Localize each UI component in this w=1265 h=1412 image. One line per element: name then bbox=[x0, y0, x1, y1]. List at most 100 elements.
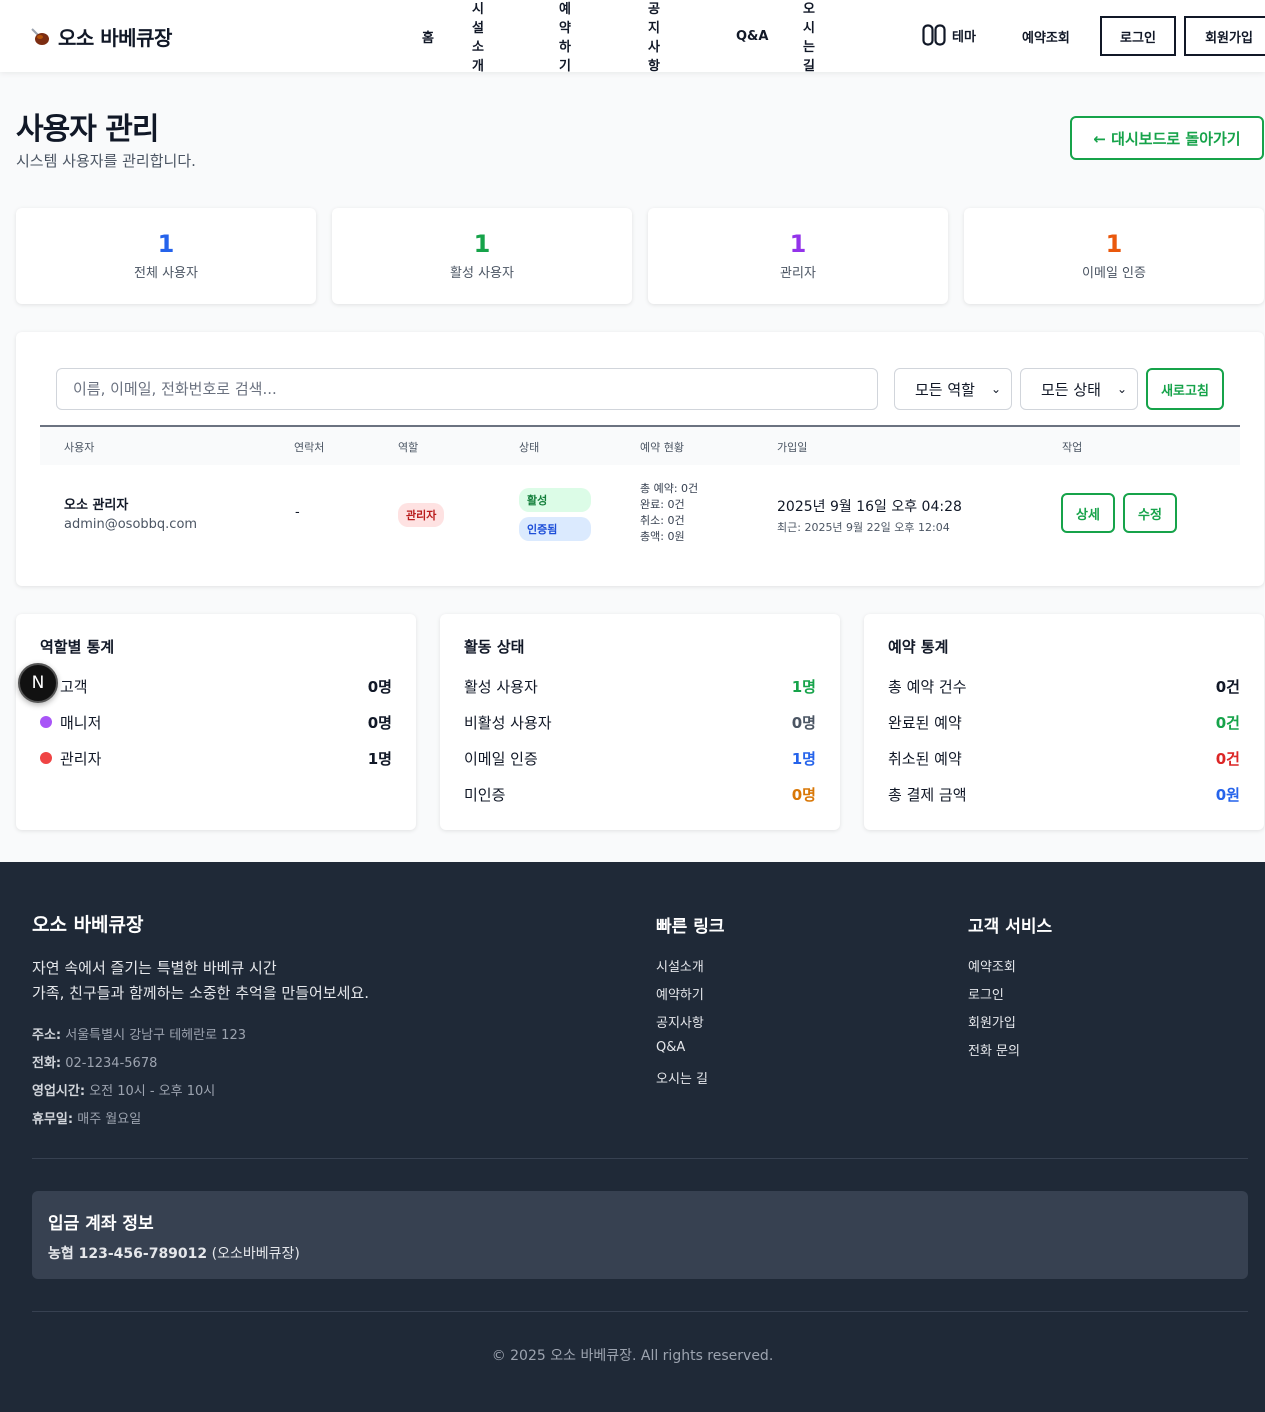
detail-button[interactable]: 상세 bbox=[1061, 493, 1115, 533]
col-status: 상태 bbox=[519, 441, 540, 454]
site-footer: 오소 바베큐장 자연 속에서 즐기는 특별한 바베큐 시간 가족, 친구들과 함… bbox=[0, 862, 1265, 1412]
stat-label: 완료된 예약 bbox=[888, 713, 962, 732]
footer-description: 자연 속에서 즐기는 특별한 바베큐 시간 가족, 친구들과 함께하는 소중한 … bbox=[32, 956, 369, 1006]
status-filter-select[interactable]: 모든 상태 ⌄ bbox=[1020, 368, 1138, 410]
info-key: 주소: bbox=[32, 1028, 62, 1043]
active-badge: 활성 bbox=[519, 488, 591, 512]
table-header: 사용자 연락처 역할 상태 예약 현황 가입일 작업 bbox=[40, 425, 1240, 465]
stat-value: 1 bbox=[1105, 230, 1123, 258]
floating-n-badge[interactable]: N bbox=[18, 663, 58, 703]
stat-label: 취소된 예약 bbox=[888, 749, 962, 768]
col-role: 역할 bbox=[398, 441, 419, 454]
stat-value: 1명 bbox=[367, 749, 392, 768]
nav-directions[interactable]: 오시는 길 bbox=[803, 0, 815, 74]
user-search-input[interactable] bbox=[56, 368, 878, 410]
nav-qna[interactable]: Q&A bbox=[736, 29, 768, 44]
back-to-dashboard-button[interactable]: ← 대시보드로 돌아가기 bbox=[1070, 116, 1264, 160]
nav-reservation-lookup[interactable]: 예약조회 bbox=[1022, 27, 1070, 46]
footer-brand: 오소 바베큐장 bbox=[32, 914, 144, 936]
copyright: © 2025 오소 바베큐장. All rights reserved. bbox=[491, 1348, 774, 1364]
stat-card-email-verified: 1 이메일 인증 bbox=[964, 208, 1264, 304]
stat-label: 이메일 인증 bbox=[464, 749, 538, 768]
status-cell: 활성 인증됨 bbox=[519, 488, 591, 541]
footer-link-facilities[interactable]: 시설소개 bbox=[656, 956, 704, 975]
stat-label: 비활성 사용자 bbox=[464, 713, 552, 732]
footer-address: 주소: 서울특별시 강남구 테헤란로 123 bbox=[32, 1024, 246, 1043]
stat-card-active-users: 1 활성 사용자 bbox=[332, 208, 632, 304]
stat-label: 활성 사용자 bbox=[450, 266, 514, 281]
footer-link-directions[interactable]: 오시는 길 bbox=[656, 1068, 708, 1087]
stat-value: 1 bbox=[473, 230, 491, 258]
stat-value: 0명 bbox=[367, 677, 392, 696]
footer-closed: 휴무일: 매주 월요일 bbox=[32, 1108, 141, 1127]
site-header: 오소 바베큐장 홈 시설소개 예약하기 공지사항 Q&A 오시는 길 테마 예약… bbox=[0, 0, 1265, 74]
nav-reserve[interactable]: 예약하기 bbox=[559, 0, 571, 74]
card-title: 역할별 통계 bbox=[40, 638, 115, 656]
footer-phone: 전화: 02-1234-5678 bbox=[32, 1052, 157, 1071]
col-contact: 연락처 bbox=[294, 441, 325, 454]
role-stats-card: 역할별 통계 고객 0명 매니저 0명 관리자 1명 bbox=[16, 614, 416, 830]
chevron-down-icon: ⌄ bbox=[1116, 382, 1127, 396]
stat-card-total-users: 1 전체 사용자 bbox=[16, 208, 316, 304]
stat-value: 0원 bbox=[1215, 785, 1240, 804]
activity-stat-unverified: 미인증 0명 bbox=[464, 782, 816, 806]
edit-button[interactable]: 수정 bbox=[1123, 493, 1177, 533]
info-value: 매주 월요일 bbox=[77, 1112, 142, 1127]
stat-value: 0명 bbox=[791, 713, 816, 732]
col-user: 사용자 bbox=[64, 441, 95, 454]
user-name: 오소 관리자 bbox=[64, 498, 129, 513]
theme-label: 테마 bbox=[952, 29, 976, 45]
card-title: 활동 상태 bbox=[464, 638, 525, 656]
nav-notice[interactable]: 공지사항 bbox=[648, 0, 660, 74]
site-logo[interactable]: 오소 바베큐장 bbox=[30, 22, 172, 51]
reservation-total: 총 예약: 0건 bbox=[640, 482, 699, 495]
footer-divider bbox=[32, 1311, 1248, 1312]
footer-link-login[interactable]: 로그인 bbox=[968, 984, 1004, 1003]
activity-stat-active: 활성 사용자 1명 bbox=[464, 674, 816, 698]
footer-link-qna[interactable]: Q&A bbox=[656, 1040, 685, 1055]
role-filter-select[interactable]: 모든 역할 ⌄ bbox=[894, 368, 1012, 410]
user-contact: - bbox=[295, 505, 300, 520]
stat-value: 0건 bbox=[1215, 749, 1240, 768]
footer-link-lookup[interactable]: 예약조회 bbox=[968, 956, 1016, 975]
reservation-summary: 총 예약: 0건 완료: 0건 취소: 0건 총액: 0원 bbox=[640, 481, 698, 545]
joined-date: 2025년 9월 16일 오후 04:28 bbox=[777, 499, 962, 515]
chevron-down-icon: ⌄ bbox=[990, 382, 1001, 396]
theme-icon bbox=[922, 24, 946, 46]
reservation-stat-cancelled: 취소된 예약 0건 bbox=[888, 746, 1240, 770]
reservation-amount: 총액: 0원 bbox=[640, 530, 685, 543]
role-stat-admin: 관리자 1명 bbox=[40, 746, 392, 770]
stat-label: 전체 사용자 bbox=[134, 266, 198, 281]
signup-button[interactable]: 회원가입 bbox=[1184, 16, 1265, 56]
footer-desc-line: 가족, 친구들과 함께하는 소중한 추억을 만들어보세요. bbox=[32, 984, 369, 1002]
footer-link-reserve[interactable]: 예약하기 bbox=[656, 984, 704, 1003]
theme-toggle[interactable]: 테마 bbox=[922, 24, 976, 46]
role-badge: 관리자 bbox=[398, 503, 445, 527]
stat-label: 총 결제 금액 bbox=[888, 785, 967, 804]
nav-facilities[interactable]: 시설소개 bbox=[472, 0, 484, 74]
brand-name: 오소 바베큐장 bbox=[58, 26, 172, 50]
footer-desc-line: 자연 속에서 즐기는 특별한 바베큐 시간 bbox=[32, 959, 277, 977]
footer-divider bbox=[32, 1158, 1248, 1159]
stat-value: 1 bbox=[157, 230, 175, 258]
account-holder: (오소바베큐장) bbox=[211, 1246, 300, 1262]
nav-home[interactable]: 홈 bbox=[422, 27, 434, 46]
footer-link-phone[interactable]: 전화 문의 bbox=[968, 1040, 1020, 1059]
footer-link-notice[interactable]: 공지사항 bbox=[656, 1012, 704, 1031]
role-filter-value: 모든 역할 bbox=[915, 380, 975, 399]
stat-label: 관리자 bbox=[60, 749, 102, 768]
status-filter-value: 모든 상태 bbox=[1041, 380, 1101, 399]
login-button[interactable]: 로그인 bbox=[1100, 16, 1176, 56]
account-info: 농협 123-456-789012 (오소바베큐장) bbox=[48, 1243, 300, 1263]
admin-dot bbox=[40, 752, 52, 764]
stat-value: 0건 bbox=[1215, 677, 1240, 696]
footer-link-signup[interactable]: 회원가입 bbox=[968, 1012, 1016, 1031]
col-reservations: 예약 현황 bbox=[640, 441, 684, 454]
manager-dot bbox=[40, 716, 52, 728]
card-title: 예약 통계 bbox=[888, 638, 949, 656]
stat-label: 총 예약 건수 bbox=[888, 677, 967, 696]
info-key: 영업시간: bbox=[32, 1084, 86, 1099]
joined-cell: 2025년 9월 16일 오후 04:28 최근: 2025년 9월 22일 오… bbox=[777, 496, 962, 535]
refresh-button[interactable]: 새로고침 bbox=[1146, 368, 1224, 410]
stat-value: 1명 bbox=[791, 677, 816, 696]
